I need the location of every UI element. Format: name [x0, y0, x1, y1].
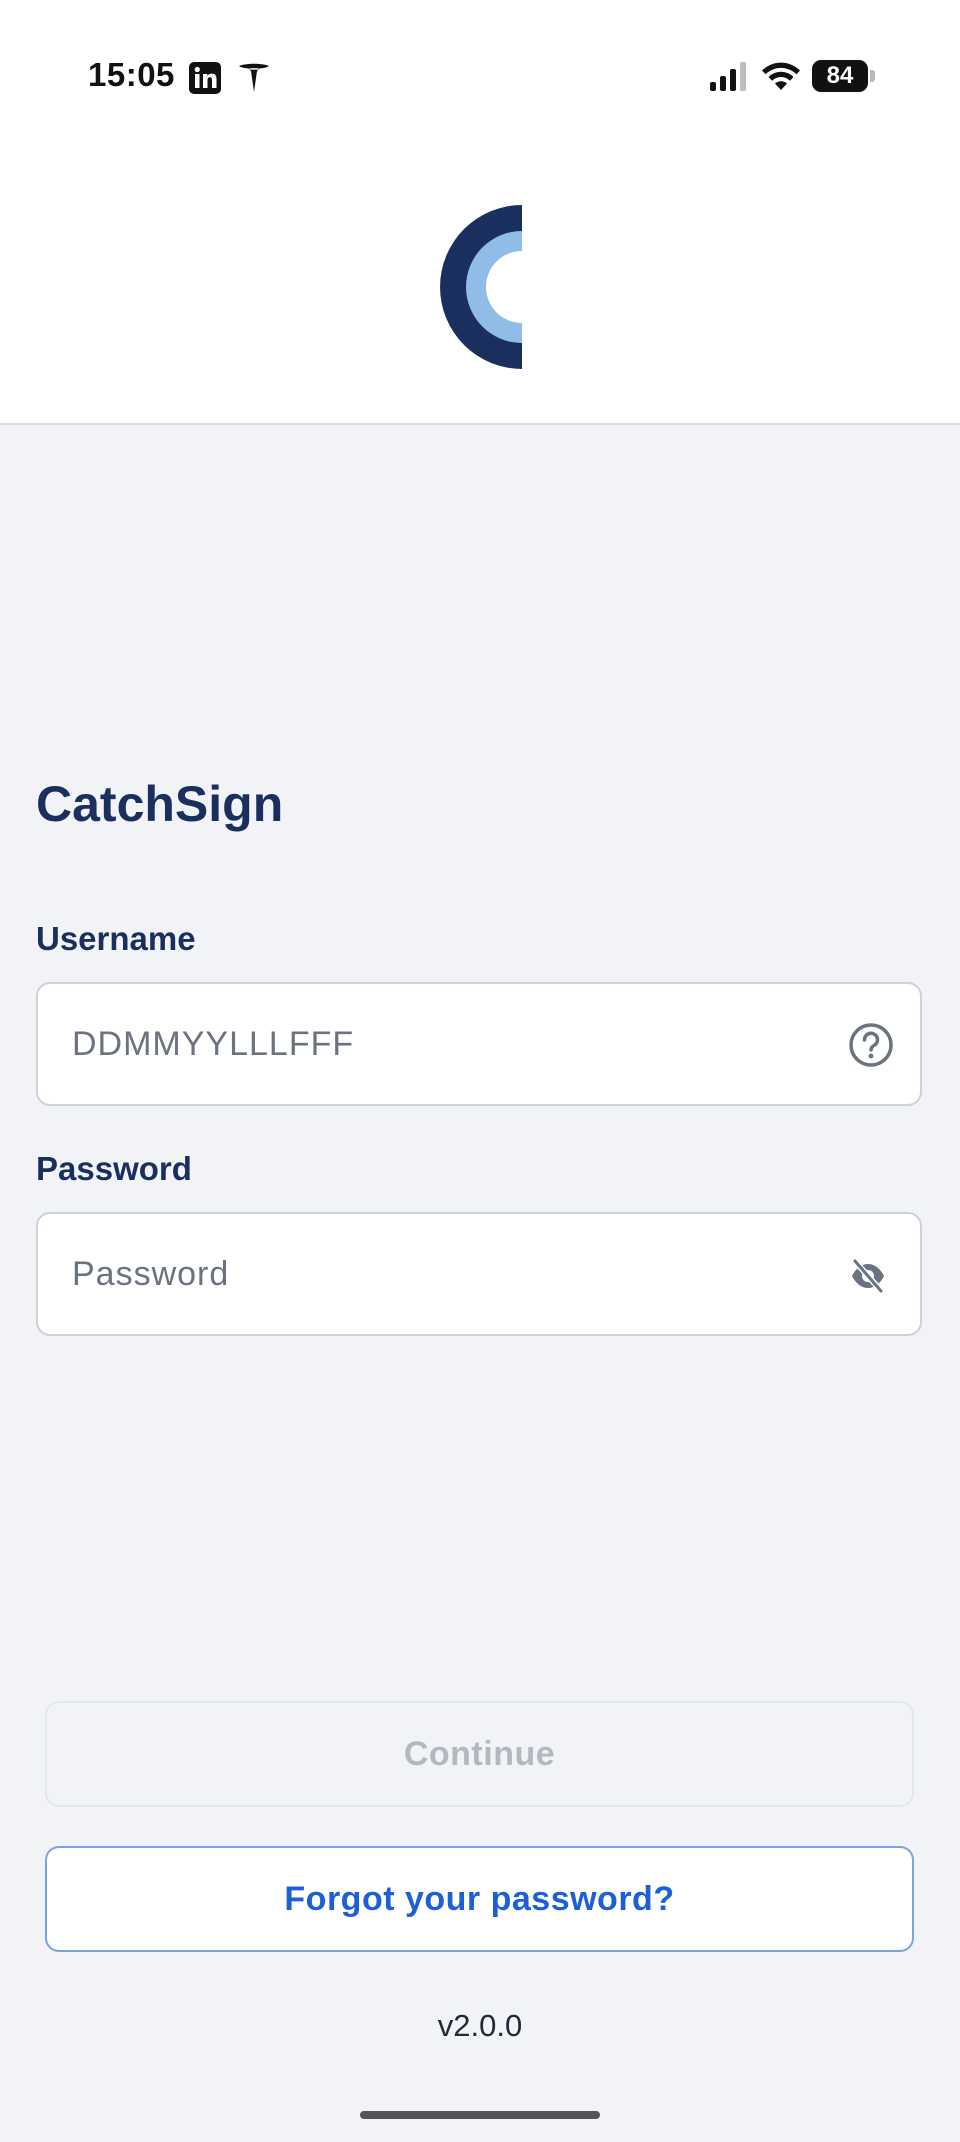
forgot-password-button[interactable]: Forgot your password? [45, 1846, 914, 1952]
password-input[interactable] [72, 1214, 832, 1334]
signal-icon [710, 62, 746, 91]
battery-level: 84 [812, 60, 868, 92]
page-title: CatchSign [36, 776, 284, 832]
password-label: Password [36, 1150, 192, 1187]
status-bar: 15:05 84 [0, 0, 960, 150]
password-field-container[interactable] [36, 1212, 922, 1336]
battery-icon: 84 [812, 60, 876, 92]
tesla-icon [239, 63, 269, 92]
version-label: v2.0.0 [437, 2008, 523, 2043]
eye-off-icon[interactable] [850, 1258, 886, 1294]
username-label: Username [36, 920, 196, 957]
help-circle-icon[interactable] [848, 1022, 894, 1068]
home-indicator[interactable] [360, 2111, 600, 2119]
header: 15:05 84 [0, 0, 960, 425]
continue-button[interactable]: Continue [45, 1701, 914, 1807]
username-field-container[interactable] [36, 982, 922, 1106]
status-time: 15:05 [88, 56, 175, 93]
wifi-icon [762, 62, 800, 90]
catchsign-logo [440, 205, 522, 369]
battery-tip [870, 70, 875, 82]
username-input[interactable] [72, 984, 832, 1104]
linkedin-icon [189, 62, 221, 94]
